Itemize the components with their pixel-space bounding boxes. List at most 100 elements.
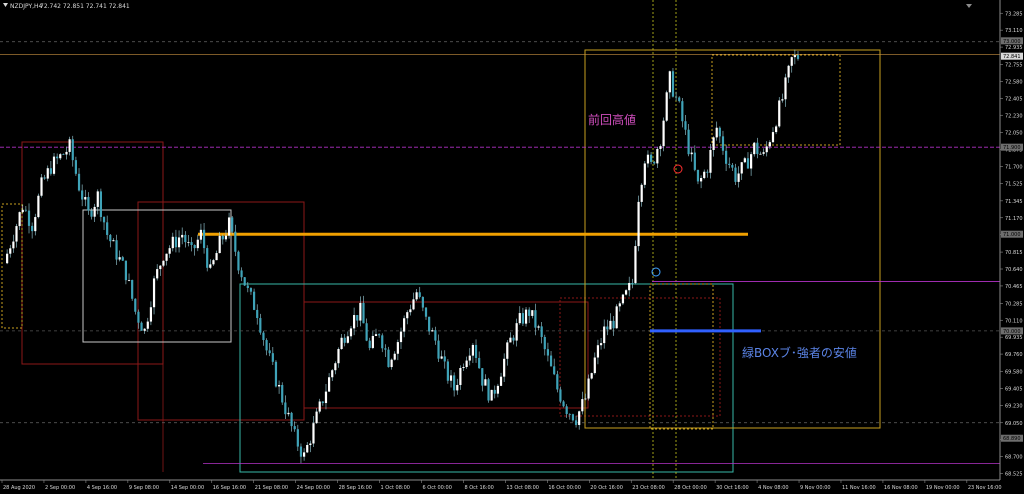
candle-body bbox=[268, 350, 271, 354]
candle-body bbox=[237, 251, 240, 271]
time-tick-label: 28 Sep 16:00 bbox=[339, 485, 372, 491]
candle-body bbox=[302, 452, 306, 457]
candle-body bbox=[731, 164, 734, 168]
candle-body bbox=[531, 310, 534, 316]
candle-body bbox=[659, 146, 662, 149]
candle-body bbox=[209, 264, 212, 268]
candle-body bbox=[506, 342, 509, 359]
candle-body bbox=[84, 197, 87, 200]
candle-body bbox=[484, 379, 487, 386]
candle-body bbox=[543, 337, 546, 350]
candle-body bbox=[393, 353, 396, 360]
candle-body bbox=[646, 154, 650, 164]
candle-body bbox=[374, 334, 378, 336]
candle-body bbox=[318, 401, 321, 412]
time-tick-label: 20 Oct 16:00 bbox=[590, 485, 623, 491]
price-tick-label: 69.935 bbox=[1005, 335, 1023, 341]
candle-body bbox=[102, 216, 106, 223]
candle-body bbox=[571, 414, 575, 421]
time-tick-label: 19 Nov 00:00 bbox=[926, 485, 960, 491]
candle-body bbox=[684, 121, 687, 130]
candle-body bbox=[293, 426, 296, 430]
candle-body bbox=[90, 210, 93, 217]
time-tick-label: 28 Aug 2020 bbox=[3, 485, 35, 491]
green-box-note: 緑BOXブ･強者の安値 bbox=[742, 345, 857, 360]
candle-body bbox=[121, 257, 124, 261]
candle-body bbox=[456, 384, 459, 391]
candle-body bbox=[468, 355, 471, 361]
time-tick-label: 23 Nov 16:00 bbox=[968, 485, 1002, 491]
candle-body bbox=[349, 328, 353, 337]
candle-body bbox=[193, 245, 196, 249]
candle-body bbox=[65, 151, 68, 155]
candle-body bbox=[112, 240, 115, 242]
candle-body bbox=[46, 168, 49, 179]
time-tick-label: 14 Sep 00:00 bbox=[171, 485, 204, 491]
candle-body bbox=[628, 282, 631, 291]
candle-body bbox=[587, 378, 590, 399]
candle-body bbox=[671, 71, 675, 97]
candle-body bbox=[34, 217, 37, 232]
candle-body bbox=[206, 248, 209, 268]
candle-body bbox=[568, 414, 571, 415]
candle-body bbox=[499, 376, 503, 386]
candle-body bbox=[271, 353, 274, 362]
price-tag-label: 70.000 bbox=[1003, 329, 1021, 335]
time-tick-label: 21 Sep 08:00 bbox=[255, 485, 288, 491]
candle-body bbox=[503, 358, 506, 377]
candle-body bbox=[631, 282, 634, 284]
candle-body bbox=[581, 399, 584, 412]
candle-body bbox=[56, 156, 59, 159]
candle-body bbox=[606, 326, 609, 330]
candle-body bbox=[52, 156, 56, 174]
candle-body bbox=[690, 152, 693, 155]
candle-body bbox=[662, 120, 665, 147]
candle-body bbox=[424, 307, 428, 317]
candle-body bbox=[415, 292, 418, 300]
price-tick-label: 71.700 bbox=[1005, 165, 1023, 171]
candle-body bbox=[537, 326, 540, 328]
candle-body bbox=[381, 335, 384, 349]
candle-body bbox=[27, 210, 31, 226]
candle-body bbox=[281, 385, 284, 403]
candle-body bbox=[459, 367, 462, 385]
candle-body bbox=[546, 349, 550, 356]
candle-body bbox=[734, 167, 737, 182]
candle-body bbox=[365, 323, 368, 341]
candle-body bbox=[756, 142, 759, 155]
time-tick-label: 23 Oct 08:00 bbox=[632, 485, 665, 491]
candle-body bbox=[559, 389, 562, 402]
candle-body bbox=[137, 311, 140, 323]
time-tick-label: 24 Sep 00:00 bbox=[297, 485, 330, 491]
candle-body bbox=[418, 292, 421, 298]
candle-body bbox=[712, 137, 715, 150]
candle-body bbox=[287, 412, 290, 415]
candle-body bbox=[574, 420, 578, 425]
candle-body bbox=[428, 316, 431, 332]
candle-body bbox=[384, 348, 387, 350]
symbol-name: NZDJPY,H4 bbox=[10, 3, 43, 10]
candle-body bbox=[359, 302, 362, 321]
price-tick-label: 69.760 bbox=[1005, 352, 1023, 358]
candle-body bbox=[252, 291, 256, 310]
candle-body bbox=[99, 191, 103, 217]
candle-body bbox=[728, 163, 731, 165]
candle-body bbox=[202, 229, 206, 249]
candle-body bbox=[240, 270, 243, 278]
candle-body bbox=[256, 309, 259, 319]
time-tick-label: 8 Oct 16:00 bbox=[464, 485, 493, 491]
time-tick-label: 4 Nov 08:00 bbox=[758, 485, 789, 491]
candle-body bbox=[224, 235, 228, 240]
candle-body bbox=[71, 139, 74, 161]
candle-body bbox=[115, 240, 118, 260]
candle-body bbox=[162, 260, 165, 266]
price-tick-label: 72.935 bbox=[1005, 45, 1023, 51]
candle-body bbox=[290, 412, 293, 427]
candle-body bbox=[31, 225, 34, 232]
candle-body bbox=[699, 178, 703, 182]
candle-body bbox=[656, 148, 659, 164]
price-chart[interactable]: 73.285 73.110 72.935 72.755 72.580 72.405 72.2… bbox=[0, 0, 1024, 494]
candle-body bbox=[227, 217, 231, 236]
candle-body bbox=[518, 313, 521, 324]
candle-body bbox=[471, 344, 474, 356]
